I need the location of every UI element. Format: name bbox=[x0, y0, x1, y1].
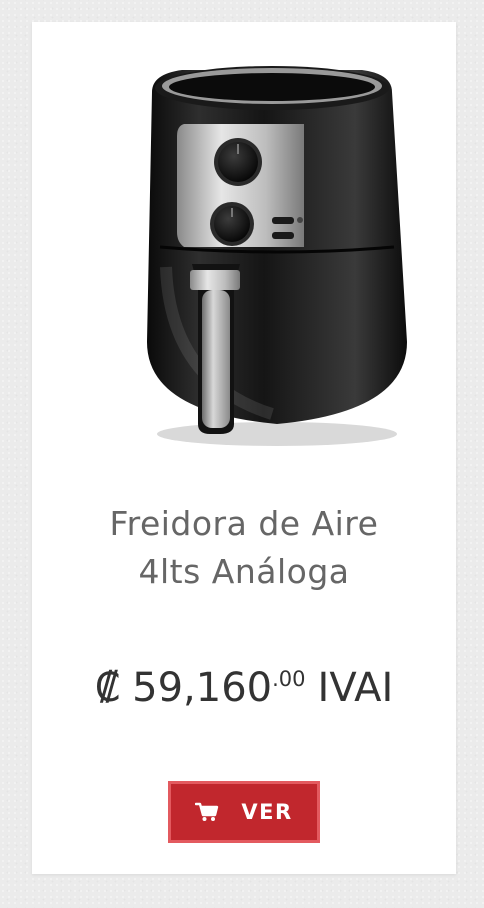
product-image[interactable] bbox=[122, 42, 422, 452]
currency-symbol: ₡ bbox=[94, 665, 121, 711]
product-title-line-1: Freidora de Aire bbox=[109, 504, 379, 543]
air-fryer-icon bbox=[147, 66, 407, 446]
price-whole: 59,160 bbox=[132, 665, 273, 711]
product-title: Freidora de Aire 4lts Análoga bbox=[32, 500, 456, 596]
product-card: Freidora de Aire 4lts Análoga ₡ 59,160.00… bbox=[32, 22, 456, 874]
shopping-cart-icon bbox=[195, 802, 219, 822]
product-price: ₡ 59,160.00 IVAI bbox=[32, 650, 456, 717]
product-title-line-2: 4lts Análoga bbox=[138, 552, 350, 591]
price-cents: .00 bbox=[272, 667, 306, 691]
ver-button-label: VER bbox=[241, 800, 293, 824]
ver-button[interactable]: VER bbox=[168, 781, 320, 843]
price-suffix: IVAI bbox=[317, 665, 394, 711]
